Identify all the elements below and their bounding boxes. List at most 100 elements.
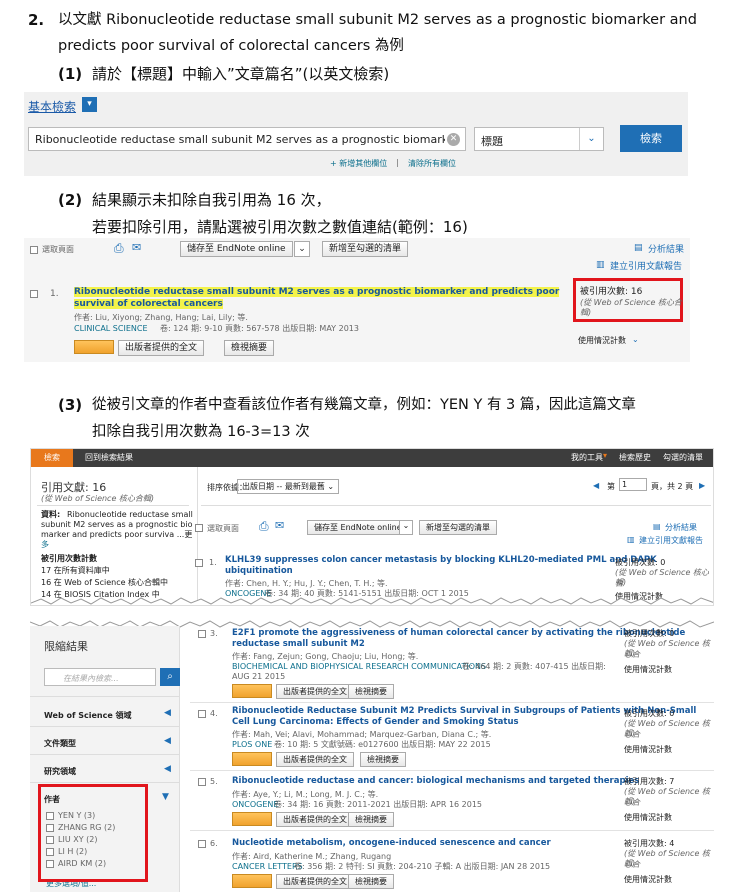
email-icon[interactable]: ✉ [275,519,284,532]
marked-list-link[interactable]: 勾選的清單 [663,452,703,463]
abstract-button[interactable]: 檢視摘要 [348,812,394,827]
substep-2-line-2: 若要扣除引用，請點選被引用次數之數值連結(範例：16) [92,218,468,236]
record-title-line-1: Ribonucleotide reductase small subunit M… [74,287,560,297]
record-title[interactable]: Ribonucleotide reductase small subunit M… [74,286,574,298]
full-text-icon[interactable] [74,340,114,354]
record-checkbox[interactable] [198,778,206,786]
record-title-2[interactable]: survival of colorectal cancers [74,298,223,310]
full-text-button[interactable]: 出版者提供的全文 [276,874,354,889]
print-icon[interactable]: ⎙ [259,519,269,534]
chevron-left-icon[interactable]: ◀ [164,708,171,718]
chevron-left-icon[interactable]: ◀ [164,736,171,746]
search-history-link[interactable]: 檢索歷史 [619,452,651,463]
divider [190,702,714,703]
back-results-link[interactable]: 回到檢索結果 [85,452,133,463]
source-text-3[interactable]: marker and predicts poor surviva ...更 [41,529,192,540]
record-title-1[interactable]: KLHL39 suppresses colon cancer metastasi… [225,555,657,566]
search-input[interactable]: Ribonucleotide reductase small subunit M… [28,127,466,151]
search-panel: 基本檢索 ▾ Ribonucleotide reductase small su… [24,92,688,176]
refine-input[interactable]: 在結果內檢索... [44,668,156,686]
full-text-icon[interactable] [232,752,272,766]
wos-results-top: 檢索 回到檢索結果 我的工具 ▾ 檢索歷史 勾選的清單 引用文獻: 16 (從 … [30,448,714,606]
report-icon: ▥ [596,260,605,270]
facet-wos-category[interactable]: Web of Science 領域 [44,710,132,721]
facet-doc-type[interactable]: 文件類型 [44,738,76,749]
count-all-db: 17 在所有資料庫中 [41,566,110,575]
record-checkbox[interactable] [198,630,206,638]
save-endnote-button[interactable]: 儲存至 EndNote online [180,241,293,257]
record-journal[interactable]: CANCER LETTERS [232,861,303,872]
record-checkbox[interactable] [198,840,206,848]
abstract-button[interactable]: 檢視摘要 [360,752,406,767]
add-field-link[interactable]: + 新增其他欄位 [330,158,387,169]
substep-3-number: (3) [58,396,83,414]
citation-report-link[interactable]: 建立引用文獻報告 [639,535,703,546]
full-text-icon[interactable] [232,812,272,826]
email-icon[interactable]: ✉ [132,241,141,254]
chevron-left-icon[interactable]: ◀ [164,764,171,774]
analyze-link[interactable]: 分析結果 [665,522,697,533]
record-source-2: 輯) [624,859,636,868]
record-journal[interactable]: PLOS ONE [232,739,272,750]
record-title-2[interactable]: reductase small subunit M2 [232,639,365,650]
source-text-4[interactable]: 多 [41,539,49,550]
abstract-button[interactable]: 檢視摘要 [224,340,275,356]
chevron-down-icon[interactable]: ⌄ [399,520,413,535]
record-journal[interactable]: ONCOGENE [232,799,278,810]
usage-link[interactable]: 使用情況計數 [578,335,626,346]
chevron-down-icon[interactable]: ▼ [162,792,169,802]
chevron-down-icon[interactable]: ⌄ [294,241,310,257]
clear-all-link[interactable]: 清除所有欄位 [408,158,456,169]
record-title[interactable]: E2F1 promote the aggressiveness of human… [232,628,685,639]
save-endnote-button[interactable]: 儲存至 EndNote online [307,520,409,535]
record-checkbox[interactable] [30,290,38,298]
add-marked-button[interactable]: 新增至勾選的清單 [322,241,409,257]
abstract-button[interactable]: 檢視摘要 [348,684,394,699]
full-text-button[interactable]: 出版者提供的全文 [276,684,354,699]
select-page-checkbox[interactable] [195,524,203,532]
page-input[interactable]: 1 [619,478,647,491]
record-title-2[interactable]: Cell Lung Carcinoma: Effects of Gender a… [232,717,519,728]
full-text-button[interactable]: 出版者提供的全文 [276,812,354,827]
record-checkbox[interactable] [195,559,203,567]
citation-report-link[interactable]: 建立引用文獻報告 [610,261,682,273]
analyze-link[interactable]: 分析結果 [648,244,684,256]
record-checkbox[interactable] [198,710,206,718]
sort-select[interactable]: 出版日期 -- 最新到最舊 ⌄ [237,479,340,494]
facet-research-area[interactable]: 研究領域 [44,766,76,777]
abstract-button[interactable]: 檢視摘要 [348,874,394,889]
cited-source: (從 Web of Science 核心合輯) [41,494,155,503]
record-title-1b[interactable]: ubiquitination [225,566,293,577]
full-text-button[interactable]: 出版者提供的全文 [118,340,205,356]
record-journal[interactable]: CLINICAL SCIENCE [74,323,148,334]
record-index: 3. [210,629,218,638]
tab-search[interactable]: 檢索 [31,449,73,467]
cited-count-label: 被引用次數: 16 [580,287,643,297]
wos-header-bar [31,449,713,467]
search-button[interactable]: 檢索 [620,125,682,152]
count-wos-core: 16 在 Web of Science 核心合輯中 [41,578,169,587]
usage-link[interactable]: 使用情況計數 [624,874,672,885]
substep-1-number: (1) [58,65,83,83]
basic-search-link[interactable]: 基本檢索 [28,98,76,115]
add-marked-button[interactable]: 新增至勾選的清單 [419,520,497,535]
next-page-icon[interactable]: ▶ [699,480,705,491]
full-text-icon[interactable] [232,874,272,888]
full-text-icon[interactable] [232,684,272,698]
usage-link[interactable]: 使用情況計數 [624,664,672,675]
clear-icon[interactable]: ✕ [447,133,460,146]
chevron-down-icon[interactable]: ▾ [82,97,97,112]
usage-link[interactable]: 使用情況計數 [624,744,672,755]
search-icon[interactable]: ⌕ [160,668,180,686]
record-meta: 卷: 34 期: 16 頁數: 2011-2021 出版日期: APR 16 2… [274,800,483,809]
record-index: 5. [210,777,218,786]
field-select[interactable]: 標題 ⌄ [474,127,604,151]
my-tools-link[interactable]: 我的工具 [571,452,603,463]
record-title[interactable]: Ribonucleotide reductase and cancer: bio… [232,776,639,787]
usage-link[interactable]: 使用情況計數 [624,812,672,823]
record-title[interactable]: Nucleotide metabolism, oncogene-induced … [232,838,551,849]
select-page-checkbox[interactable] [30,246,38,254]
full-text-button[interactable]: 出版者提供的全文 [276,752,354,767]
print-icon[interactable]: ⎙ [114,241,124,256]
prev-page-icon[interactable]: ◀ [593,480,599,491]
